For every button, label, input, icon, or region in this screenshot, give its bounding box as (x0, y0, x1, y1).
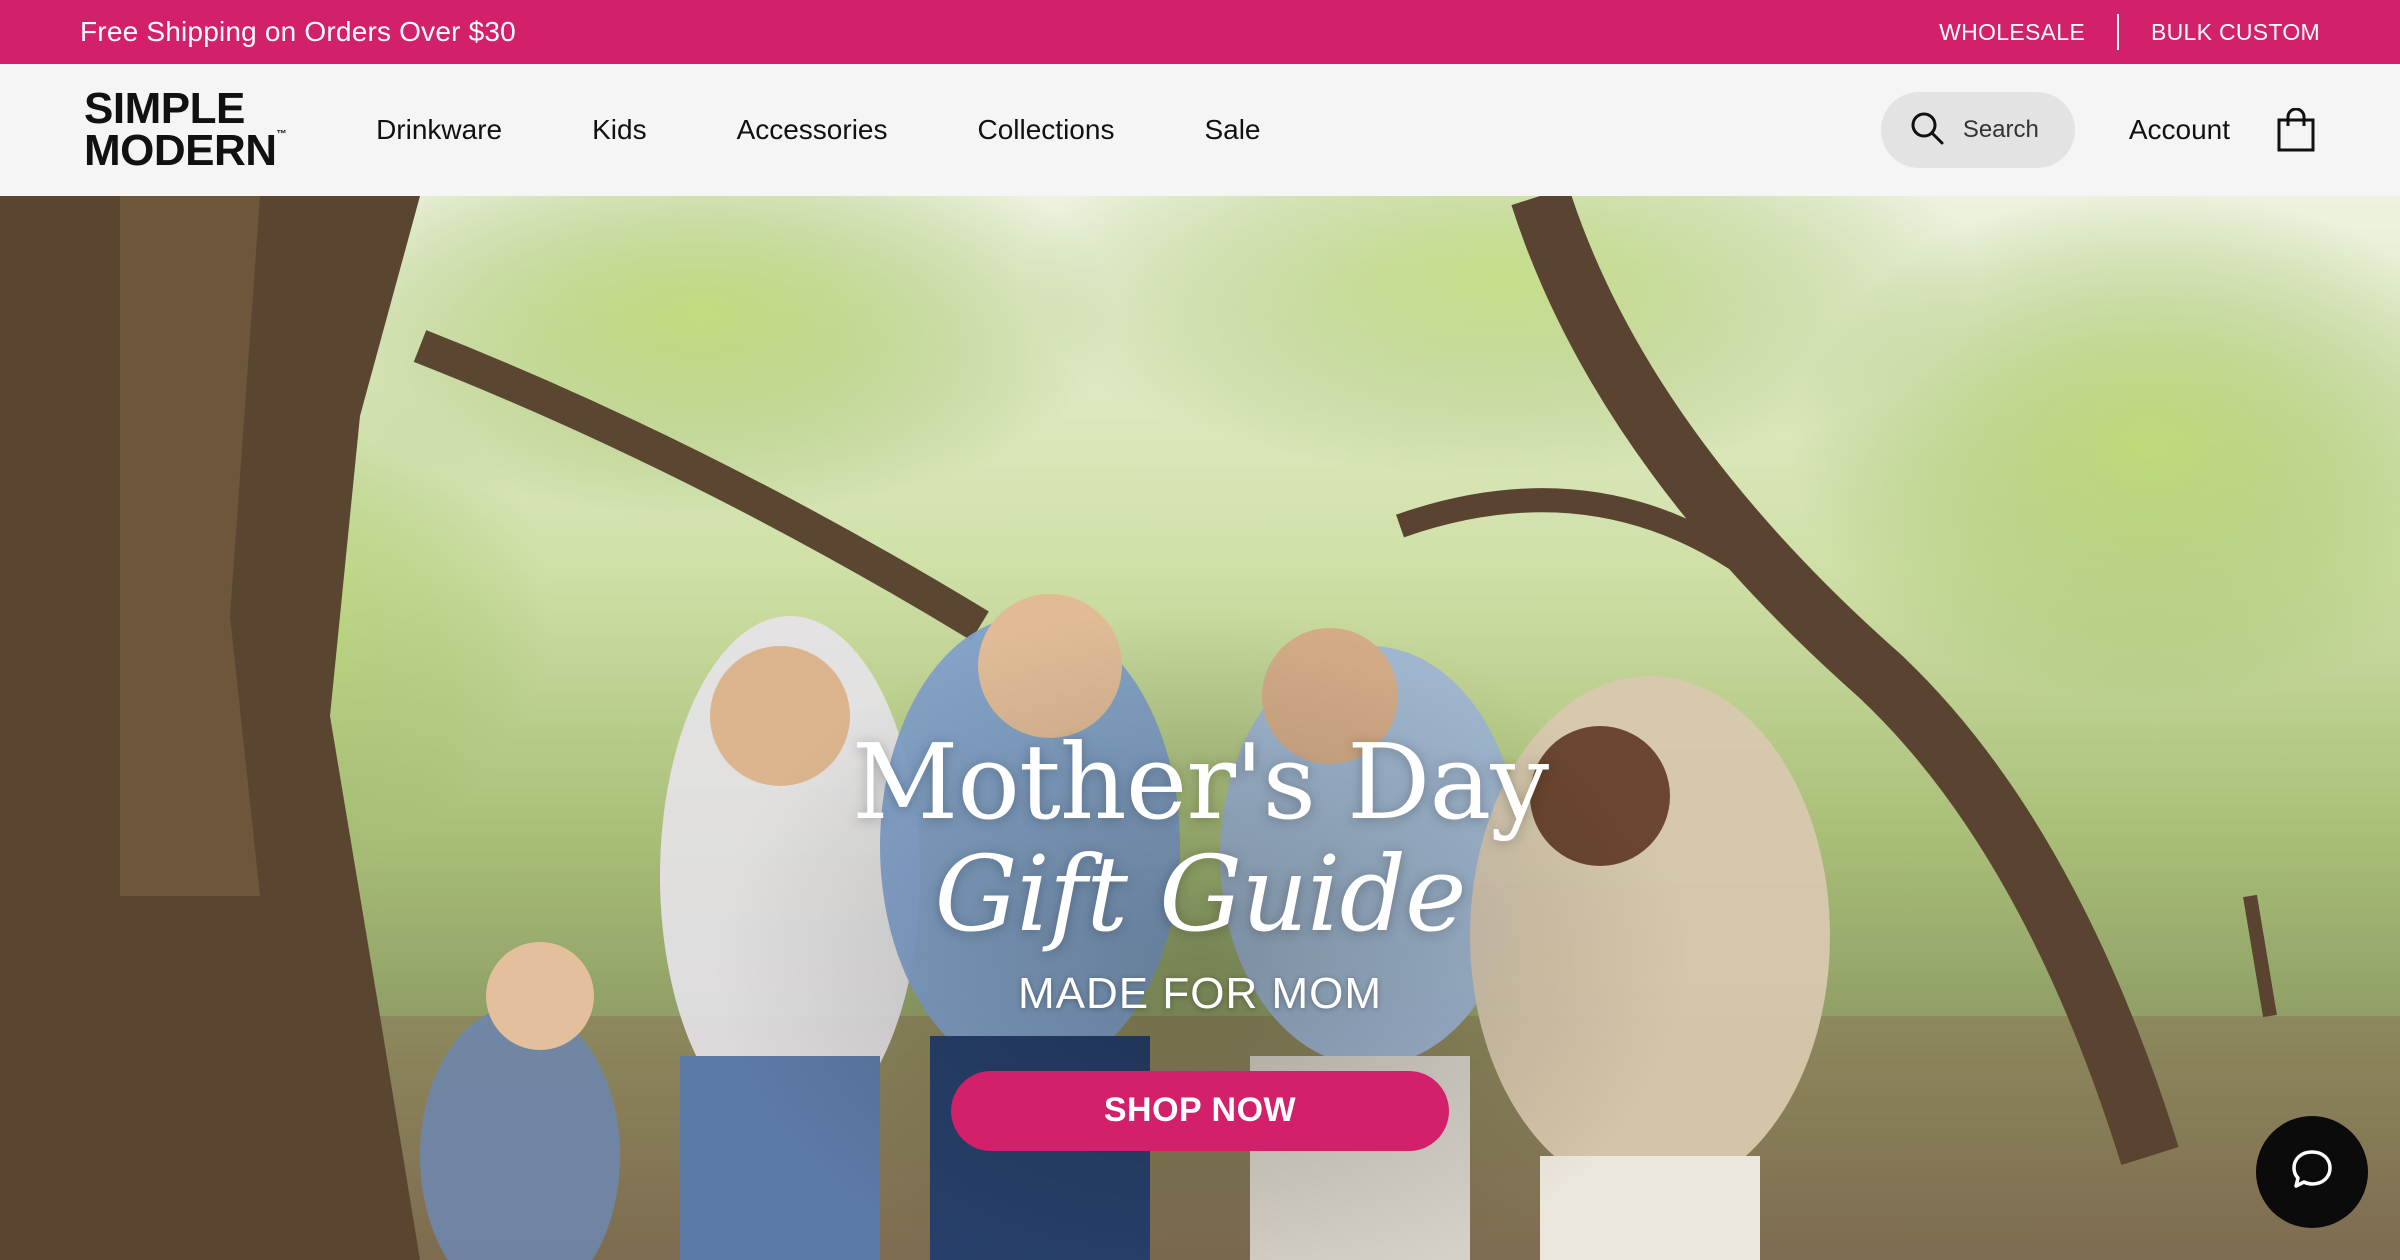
shopping-bag-icon[interactable] (2276, 107, 2316, 152)
logo-line-2-text: MODERN (84, 126, 277, 175)
nav-item-collections[interactable]: Collections (978, 114, 1115, 146)
nav-item-kids[interactable]: Kids (592, 114, 646, 146)
nav-item-sale[interactable]: Sale (1204, 114, 1260, 146)
promo-bar: Free Shipping on Orders Over $30 WHOLESA… (0, 0, 2400, 64)
hero-subtitle: Gift Guide (934, 833, 1466, 956)
chat-bubble-icon (2288, 1146, 2336, 1199)
logo-line-1: SIMPLE (84, 84, 245, 134)
shop-now-button[interactable]: SHOP NOW (951, 1070, 1449, 1151)
hero-tagline: MADE FOR MOM (1018, 968, 1382, 1018)
search-button[interactable]: Search (1880, 92, 2075, 168)
search-label: Search (1962, 116, 2039, 143)
promo-links: WHOLESALE BULK CUSTOM (1939, 14, 2320, 50)
wholesale-link[interactable]: WHOLESALE (1939, 19, 2085, 46)
hero-content: Mother's Day Gift Guide MADE FOR MOM SHO… (0, 726, 2400, 1151)
account-link[interactable]: Account (2129, 114, 2230, 146)
logo-trademark: ™ (276, 129, 287, 140)
chat-button[interactable] (2256, 1116, 2368, 1228)
promo-text: Free Shipping on Orders Over $30 (80, 16, 516, 47)
bulk-custom-link[interactable]: BULK CUSTOM (2151, 19, 2320, 46)
search-icon (1909, 110, 1945, 151)
hero-title: Mother's Day (851, 721, 1549, 843)
logo-line-2: MODERN™ (84, 129, 287, 173)
simple-modern-logo[interactable]: SIMPLE MODERN™ (84, 84, 287, 173)
main-nav: Drinkware Kids Accessories Collections S… (376, 114, 1350, 146)
nav-item-accessories[interactable]: Accessories (737, 114, 888, 146)
promo-divider (2116, 14, 2119, 50)
nav-item-drinkware[interactable]: Drinkware (376, 114, 502, 146)
site-header: SIMPLE MODERN™ Drinkware Kids Accessorie… (0, 64, 2400, 196)
header-actions: Search Account (1880, 92, 2316, 168)
hero-banner[interactable]: Mother's Day Gift Guide MADE FOR MOM SHO… (0, 196, 2400, 1260)
